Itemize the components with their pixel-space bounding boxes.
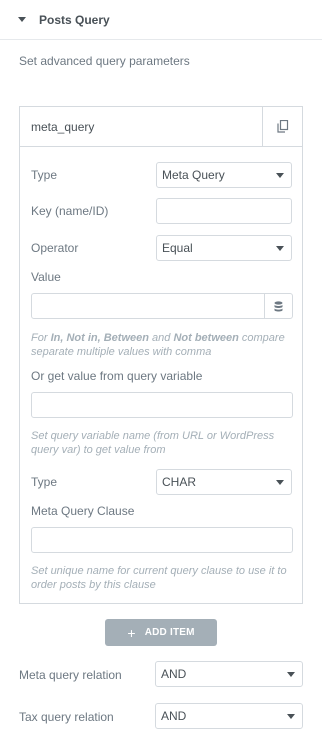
section-title: Posts Query [39,12,110,27]
query-variable-label: Or get value from query variable [31,369,203,383]
meta-query-repeater-item: meta_query Type Meta Query Key (name/ID)… [19,106,303,604]
chevron-down-icon [276,173,284,178]
type-select-value: Meta Query [162,168,225,182]
value-input[interactable] [31,293,293,319]
copy-icon [276,120,288,133]
query-variable-input[interactable] [31,392,293,418]
value-label: Value [31,270,61,284]
help-bold: In, Not in, Between [50,332,149,344]
tax-relation-select[interactable]: AND [155,703,303,729]
help-part: and [148,332,174,344]
type-label: Type [31,168,58,182]
database-icon [274,300,283,311]
key-input[interactable] [156,198,292,224]
chevron-down-icon [276,246,284,251]
clause-help: Set unique name for current query clause… [31,565,287,591]
value-type-select[interactable]: CHAR [156,469,292,495]
operator-select[interactable]: Equal [156,235,292,261]
meta-relation-label: Meta query relation [19,668,122,682]
repeater-item-title: meta_query [31,119,95,134]
operator-label: Operator [31,241,79,255]
chevron-down-icon [276,480,284,485]
chevron-down-icon [287,714,295,719]
clause-label: Meta Query Clause [31,504,135,518]
dynamic-tags-button[interactable] [264,294,292,318]
type-select[interactable]: Meta Query [156,162,292,188]
value-type-label: Type [31,475,58,489]
section-header-posts-query[interactable]: Posts Query [0,0,322,40]
tax-relation-value: AND [161,709,187,723]
help-bold: Not between [173,332,239,344]
tax-relation-label: Tax query relation [19,710,114,724]
help-part: For [31,332,51,344]
duplicate-button[interactable] [262,107,302,146]
query-variable-help: Set query variable name (from URL or Wor… [31,430,275,456]
repeater-item-header[interactable]: meta_query [20,107,302,147]
meta-relation-value: AND [161,667,187,681]
add-item-label: ADD ITEM [144,627,195,638]
meta-relation-select[interactable]: AND [155,661,303,687]
clause-input[interactable] [31,527,293,553]
add-item-button[interactable]: + ADD ITEM [105,619,217,646]
plus-icon: + [127,624,136,641]
operator-select-value: Equal [162,241,193,255]
section-description: Set advanced query parameters [19,54,190,68]
key-label: Key (name/ID) [31,204,109,218]
value-type-select-value: CHAR [162,475,197,489]
caret-down-icon [18,17,26,22]
value-help-text: For In, Not in, Between and Not between … [31,331,293,359]
chevron-down-icon [287,672,295,677]
